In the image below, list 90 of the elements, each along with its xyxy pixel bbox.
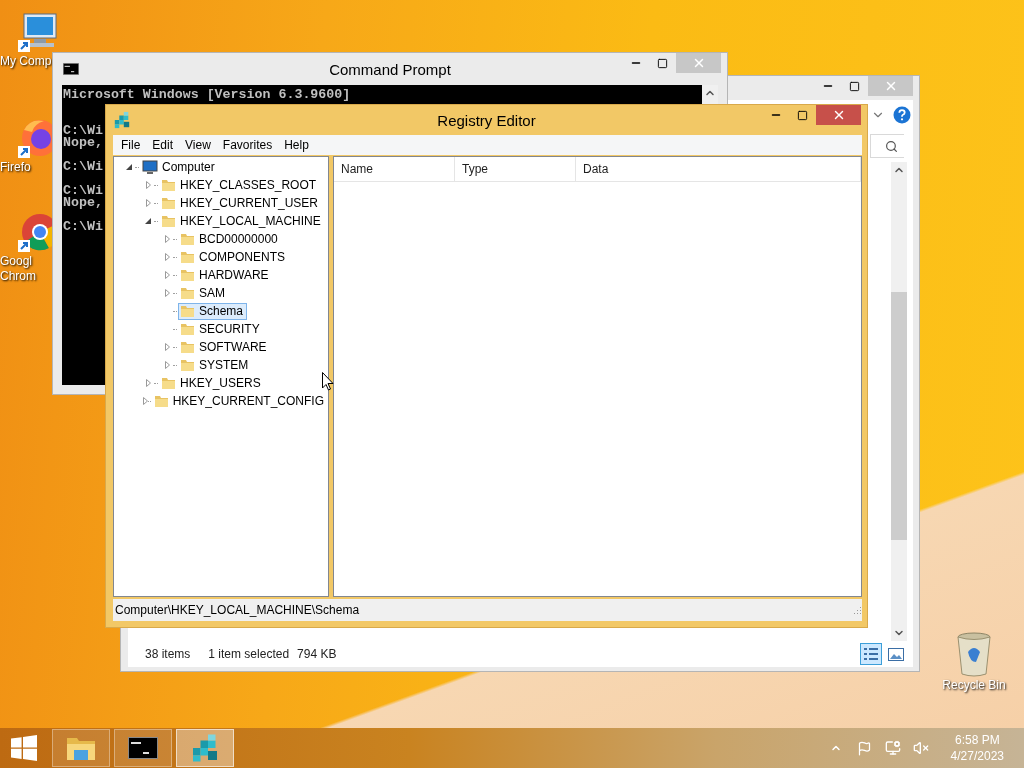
tree-item[interactable]: SAM [178,284,229,302]
console-line: Nope, [63,197,103,209]
folder-icon [161,178,176,192]
icon-label: My Comp [0,54,52,69]
expand-toggle[interactable] [164,235,170,243]
tree-item[interactable]: Computer [140,158,219,176]
folder-icon [180,322,195,336]
computer-icon [16,12,60,54]
tree-item[interactable]: HKEY_CURRENT_CONFIG [151,392,328,410]
folder-icon [161,214,176,228]
tree-item[interactable]: SECURITY [178,320,264,338]
menu-item[interactable]: Help [278,138,315,152]
console-line: C:\Wi [63,161,103,173]
windows-logo-icon [11,735,37,761]
tree-item[interactable]: BCD00000000 [178,230,282,248]
console-line: C:\Wi [63,185,103,197]
folder-icon [180,340,195,354]
window-title: Registry Editor [437,111,536,129]
tree-item[interactable]: SYSTEM [178,356,253,374]
tree-item[interactable]: HKEY_USERS [159,374,265,392]
selection-count: 1 item selected [208,647,290,661]
scrollbar[interactable] [891,162,907,641]
maximize-icon [797,109,808,121]
folder-icon [180,232,195,246]
column-header[interactable]: Data [576,157,861,181]
column-header[interactable]: Type [455,157,576,181]
folder-icon [66,735,96,761]
maximize-icon [849,80,860,92]
menu-item[interactable]: Edit [146,138,180,152]
computer-icon [142,159,158,175]
expand-toggle[interactable] [164,271,170,279]
console-icon [128,737,158,759]
muted-volume-icon[interactable] [912,740,929,756]
icon-label: Firefo [0,160,31,175]
console-line: C:\Wi [63,221,103,233]
tree-item[interactable]: SOFTWARE [178,338,271,356]
expand-toggle[interactable] [164,361,170,369]
expand-toggle[interactable] [164,253,170,261]
console-line: Microsoft Windows [Version 6.3.9600] [63,89,351,101]
folder-icon [180,268,195,282]
window-title: Command Prompt [329,60,451,78]
scroll-thumb[interactable] [891,292,907,540]
collapse-toggle[interactable] [145,218,151,224]
cubes-icon [113,111,131,129]
item-count: 38 items [145,647,191,661]
console-icon [63,63,79,75]
icon-label: Recycle Bin [942,678,1006,693]
taskbar-button[interactable] [114,729,172,767]
network-icon[interactable] [884,740,901,756]
cubes-icon [190,733,220,763]
console-line: C:\Wi [63,125,103,137]
expand-toggle[interactable] [142,397,148,405]
resize-grip-icon [853,605,862,615]
expand-toggle[interactable] [145,199,151,207]
collapse-toggle[interactable] [126,164,132,170]
details-view-button[interactable] [860,643,882,665]
expand-toggle[interactable] [145,379,151,387]
icon-label: Chrom [0,269,36,284]
expand-toggle[interactable] [164,289,170,297]
tree-item[interactable]: COMPONENTS [178,248,289,266]
list-icon [863,647,879,661]
menu-item[interactable]: View [179,138,217,152]
trash-icon [954,632,994,678]
folder-icon [180,250,195,264]
folder-icon [180,304,195,318]
folder-icon [180,358,195,372]
help-icon[interactable] [893,106,911,124]
search-button[interactable] [870,134,904,158]
menu-item[interactable]: Favorites [216,138,279,152]
selection-size: 794 KB [297,647,337,661]
folder-icon [161,196,176,210]
column-header[interactable]: Name [334,157,455,181]
console-line: Nope, [63,137,103,149]
menu-item[interactable]: File [115,138,147,152]
expand-toggle[interactable] [164,343,170,351]
folder-icon [180,286,195,300]
tree-item[interactable]: HARDWARE [178,266,273,284]
tree-item[interactable]: HKEY_CURRENT_USER [159,194,323,212]
status-text: Computer\HKEY_LOCAL_MACHINE\Schema [115,603,361,617]
tree-item[interactable]: Schema [178,302,248,320]
search-icon [885,139,898,153]
maximize-icon [657,57,668,69]
folder-icon [153,394,169,408]
image-icon [888,647,904,661]
tree-item[interactable]: HKEY_CLASSES_ROOT [159,176,321,194]
icon-label: Googl [0,254,33,269]
tree-item[interactable]: HKEY_LOCAL_MACHINE [159,212,325,230]
folder-icon [161,376,176,390]
flag-icon[interactable] [856,740,872,756]
expand-toggle[interactable] [145,181,151,189]
